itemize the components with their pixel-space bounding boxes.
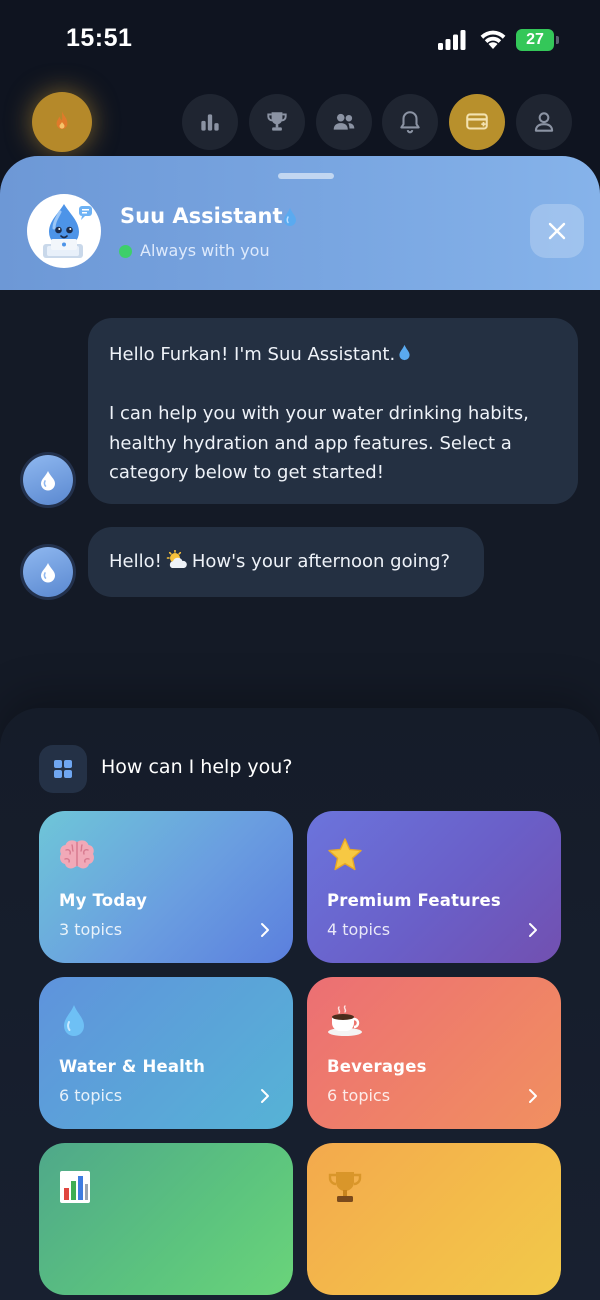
- people-icon: [333, 113, 355, 130]
- brain-icon: [60, 840, 94, 869]
- card-subtitle: 6 topics: [327, 1086, 391, 1105]
- help-title: How can I help you?: [101, 756, 293, 778]
- statistics-button[interactable]: [182, 94, 238, 150]
- drag-handle[interactable]: [278, 173, 334, 179]
- top-navigation: [0, 90, 600, 154]
- category-card-premium-features[interactable]: Premium Features 4 topics: [307, 811, 561, 963]
- chevron-right-icon: [261, 1089, 269, 1103]
- flame-icon: [56, 111, 68, 130]
- water-drop-icon: [64, 1005, 84, 1036]
- help-icon-tile: [39, 745, 87, 793]
- water-drop-icon: [399, 344, 410, 361]
- notifications-button[interactable]: [382, 94, 438, 150]
- close-icon: [548, 222, 566, 240]
- water-drop-icon: [41, 471, 55, 491]
- bell-icon: [400, 111, 420, 134]
- person-icon: [534, 112, 554, 132]
- chevron-right-icon: [261, 923, 269, 937]
- water-drop-icon: [284, 208, 296, 226]
- close-button[interactable]: [530, 204, 584, 258]
- assistant-message-bubble: Hello! How's your afternoon going?: [88, 527, 484, 597]
- assistant-message-bubble: Hello Furkan! I'm Suu Assistant. I can h…: [88, 318, 578, 504]
- assistant-header: Suu Assistant Always with you: [0, 156, 600, 290]
- card-title: My Today: [59, 891, 148, 910]
- message-text: category below to get started!: [109, 462, 384, 483]
- battery-level: 27: [526, 31, 544, 48]
- status-time: 15:51: [66, 24, 133, 52]
- profile-button[interactable]: [516, 94, 572, 150]
- category-card-beverages[interactable]: Beverages 6 topics: [307, 977, 561, 1129]
- star-icon: [328, 838, 362, 871]
- streak-button[interactable]: [32, 92, 92, 152]
- chevron-right-icon: [529, 1089, 537, 1103]
- assistant-sheet: Suu Assistant Always with you Hello Furk…: [0, 156, 600, 1300]
- help-panel: How can I help you? My Today 3 topics Pr…: [0, 708, 600, 1300]
- message-text: How's your afternoon going?: [191, 551, 451, 572]
- trophy-icon: [267, 112, 287, 131]
- chevron-right-icon: [529, 923, 537, 937]
- coffee-icon: [328, 1005, 362, 1036]
- category-card-statistics[interactable]: [39, 1143, 293, 1295]
- bot-message-avatar: [23, 547, 73, 597]
- cellular-signal-icon: [438, 30, 466, 50]
- bar-chart-icon: [60, 1171, 90, 1203]
- premium-card-icon: [466, 113, 488, 130]
- premium-button[interactable]: [449, 94, 505, 150]
- card-title: Beverages: [327, 1057, 427, 1076]
- battery-nub: [556, 36, 559, 44]
- trophy-icon: [328, 1172, 362, 1202]
- message-text: Hello Furkan! I'm Suu Assistant.: [109, 344, 396, 365]
- card-subtitle: 6 topics: [59, 1086, 123, 1105]
- assistant-avatar: [27, 194, 101, 268]
- category-card-my-today[interactable]: My Today 3 topics: [39, 811, 293, 963]
- card-subtitle: 3 topics: [59, 920, 123, 939]
- sun-behind-cloud-icon: [166, 550, 187, 568]
- battery-indicator: 27: [516, 29, 554, 51]
- online-status-dot: [119, 245, 132, 258]
- card-subtitle: 4 topics: [327, 920, 391, 939]
- card-title: Premium Features: [327, 891, 501, 910]
- card-title: Water & Health: [59, 1057, 206, 1076]
- assistant-name: Suu Assistant: [120, 204, 283, 228]
- achievements-button[interactable]: [249, 94, 305, 150]
- message-text: healthy hydration and app features. Sele…: [109, 432, 512, 454]
- assistant-status: Always with you: [140, 241, 270, 260]
- grid-icon: [54, 760, 72, 778]
- category-card-water-health[interactable]: Water & Health 6 topics: [39, 977, 293, 1129]
- water-drop-mascot-icon: [43, 204, 92, 258]
- bar-chart-icon: [201, 114, 219, 131]
- category-card-achievements[interactable]: [307, 1143, 561, 1295]
- wifi-icon: [480, 30, 506, 49]
- bot-message-avatar: [23, 455, 73, 505]
- friends-button[interactable]: [316, 94, 372, 150]
- water-drop-icon: [41, 563, 55, 583]
- message-text: Hello!: [109, 551, 162, 572]
- status-bar: 15:51 27: [0, 0, 600, 80]
- message-text: I can help you with your water drinking …: [109, 403, 529, 424]
